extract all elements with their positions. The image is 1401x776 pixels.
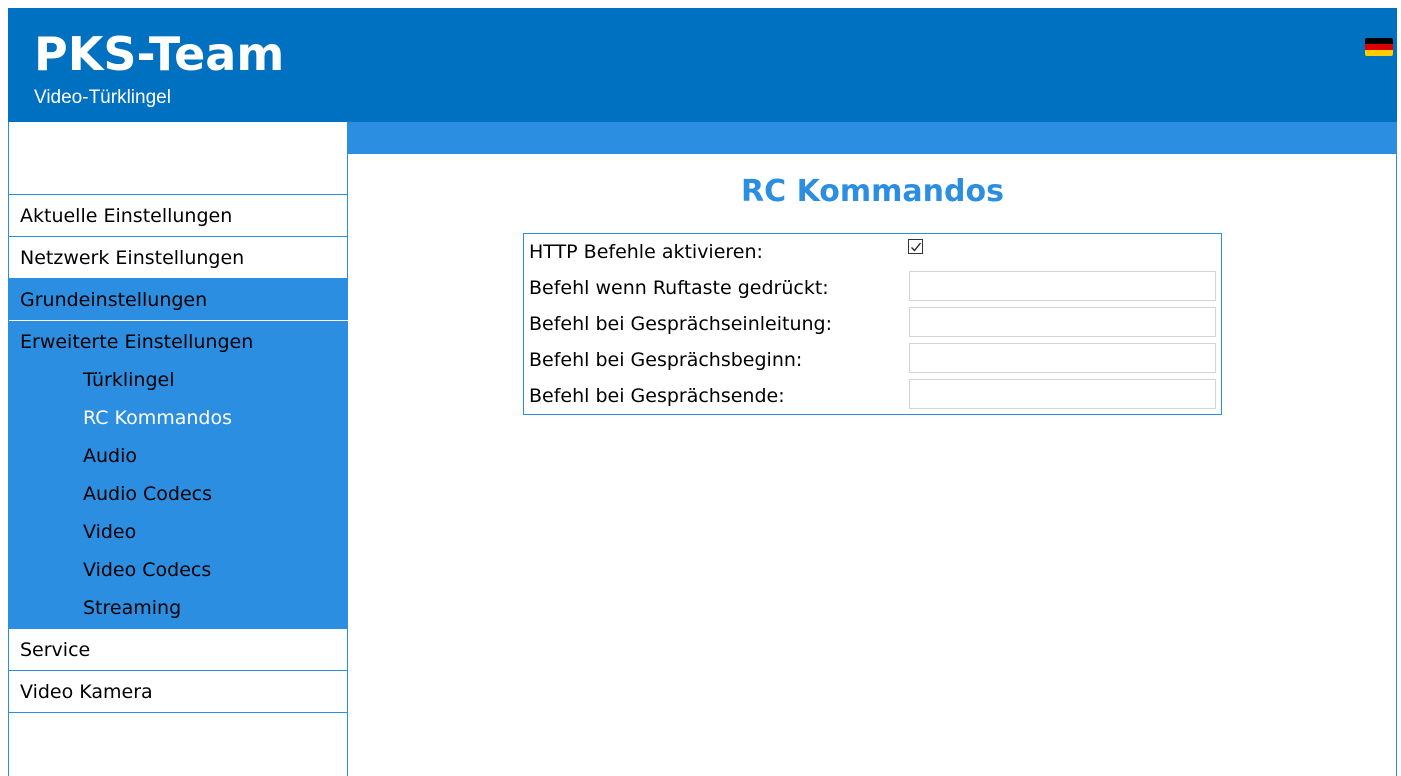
- http-commands-label: HTTP Befehle aktivieren:: [529, 241, 763, 263]
- sidebar-subitem-streaming[interactable]: Streaming: [83, 589, 181, 627]
- checkmark-icon: [911, 242, 922, 252]
- ruftaste-label: Befehl wenn Ruftaste gedrückt:: [529, 277, 829, 299]
- sidebar-item-grundeinstellungen[interactable]: Grundeinstellungen: [9, 278, 348, 320]
- sidebar-item-video-kamera[interactable]: Video Kamera: [9, 670, 348, 712]
- flag-stripe-gold: [1365, 50, 1393, 56]
- sidebar-subitem-audio[interactable]: Audio: [83, 437, 137, 475]
- sidebar-item-erweiterte-einstellungen[interactable]: Erweiterte Einstellungen: [20, 321, 253, 363]
- gespraechsbeginn-command-input[interactable]: [909, 343, 1216, 373]
- sidebar-nav: Aktuelle Einstellungen Netzwerk Einstell…: [8, 122, 348, 776]
- http-commands-checkbox[interactable]: [908, 239, 923, 254]
- header: PKS-Team Video-Türklingel: [8, 8, 1397, 122]
- sidebar-subitem-tuerklingel[interactable]: Türklingel: [83, 361, 174, 399]
- ruftaste-command-input[interactable]: [909, 271, 1216, 301]
- sidebar-submenu-erweiterte: Erweiterte Einstellungen Türklingel RC K…: [9, 320, 348, 628]
- sidebar-subitem-audio-codecs[interactable]: Audio Codecs: [83, 475, 212, 513]
- gespraechseinleitung-command-input[interactable]: [909, 307, 1216, 337]
- page: PKS-Team Video-Türklingel Aktuelle Einst…: [0, 0, 1401, 776]
- sidebar-subitem-video[interactable]: Video: [83, 513, 136, 551]
- sidebar-item-netzwerk-einstellungen[interactable]: Netzwerk Einstellungen: [9, 236, 348, 278]
- brand-subtitle: Video-Türklingel: [34, 87, 171, 108]
- german-flag-icon[interactable]: [1365, 38, 1393, 56]
- gespraechsende-command-input[interactable]: [909, 379, 1216, 409]
- sidebar-divider: [9, 712, 348, 713]
- sidebar-subitem-rc-kommandos[interactable]: RC Kommandos: [83, 399, 232, 437]
- sidebar-item-aktuelle-einstellungen[interactable]: Aktuelle Einstellungen: [9, 194, 348, 236]
- gespraechseinleitung-label: Befehl bei Gesprächseinleitung:: [529, 313, 832, 335]
- sidebar-item-service[interactable]: Service: [9, 628, 348, 670]
- gespraechsbeginn-label: Befehl bei Gesprächsbeginn:: [529, 349, 803, 371]
- gespraechsende-label: Befehl bei Gesprächsende:: [529, 385, 785, 407]
- brand-title: PKS-Team: [34, 27, 285, 81]
- page-title: RC Kommandos: [741, 174, 1004, 209]
- content-header-bar: [348, 122, 1397, 154]
- content-border: [1396, 122, 1397, 776]
- rc-commands-form: HTTP Befehle aktivieren: Befehl wenn Ruf…: [523, 233, 1222, 415]
- sidebar-subitem-video-codecs[interactable]: Video Codecs: [83, 551, 211, 589]
